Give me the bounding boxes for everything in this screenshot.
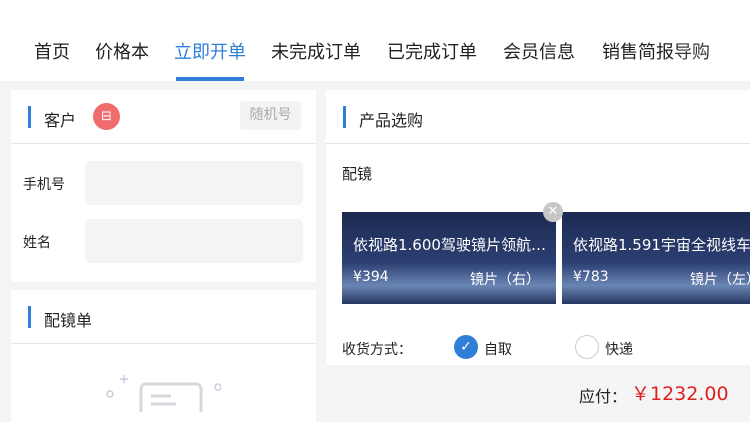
tab-completed-orders[interactable]: 已完成订单	[387, 38, 477, 64]
footer-bar: 应付： ￥1232.00	[316, 365, 750, 422]
tab-sales-report[interactable]: 销售简报	[602, 38, 674, 64]
tab-member-info[interactable]: 会员信息	[503, 38, 575, 64]
product-type: 镜片（右）	[470, 272, 540, 288]
product-name: 依视路1.600驾驶镜片领航…	[353, 236, 546, 254]
customer-title: 客户	[44, 111, 77, 130]
name-label: 姓名	[23, 235, 51, 251]
section-bar	[28, 106, 31, 128]
scan-icon[interactable]: ⊟	[93, 103, 120, 130]
product-item[interactable]: 依视路1.600驾驶镜片领航… ¥394 镜片（右）	[342, 212, 556, 304]
random-number-button[interactable]: 随机号	[240, 101, 301, 130]
product-price: ¥394	[353, 269, 389, 285]
section-bar	[343, 106, 346, 128]
radio-pickup[interactable]: ✓	[454, 335, 478, 359]
close-icon[interactable]: ✕	[543, 202, 563, 222]
section-glasses: 配镜	[342, 165, 373, 183]
radio-express[interactable]	[575, 335, 599, 359]
phone-label: 手机号	[23, 177, 65, 193]
tab-new-order[interactable]: 立即开单	[174, 38, 246, 64]
empty-state-icon	[106, 375, 221, 412]
tab-pending-orders[interactable]: 未完成订单	[271, 38, 361, 64]
section-bar	[28, 306, 31, 328]
product-type: 镜片（左）	[690, 272, 750, 288]
product-price: ¥783	[573, 269, 609, 285]
prescription-title: 配镜单	[44, 311, 93, 330]
active-tab-indicator	[176, 77, 244, 81]
prescription-card: 配镜单	[11, 290, 316, 422]
product-item[interactable]: 依视路1.591宇宙全视线车 ¥783 镜片（左）	[562, 212, 750, 304]
phone-input[interactable]	[85, 161, 303, 205]
product-name: 依视路1.591宇宙全视线车	[573, 236, 750, 254]
tab-home[interactable]: 首页	[34, 38, 70, 64]
name-input[interactable]	[85, 219, 303, 263]
product-title: 产品选购	[359, 111, 424, 130]
payable-amount: ￥1232.00	[631, 383, 729, 405]
delivery-label: 收货方式：	[342, 342, 412, 358]
tab-price-book[interactable]: 价格本	[95, 38, 149, 64]
top-nav: 首页 价格本 立即开单 未完成订单 已完成订单 会员信息 销售简报 导购	[0, 0, 750, 81]
payable-label: 应付：	[579, 387, 628, 406]
tab-sales-guide[interactable]: 导购	[674, 38, 710, 64]
express-label: 快递	[605, 342, 633, 358]
pickup-label: 自取	[484, 342, 512, 358]
